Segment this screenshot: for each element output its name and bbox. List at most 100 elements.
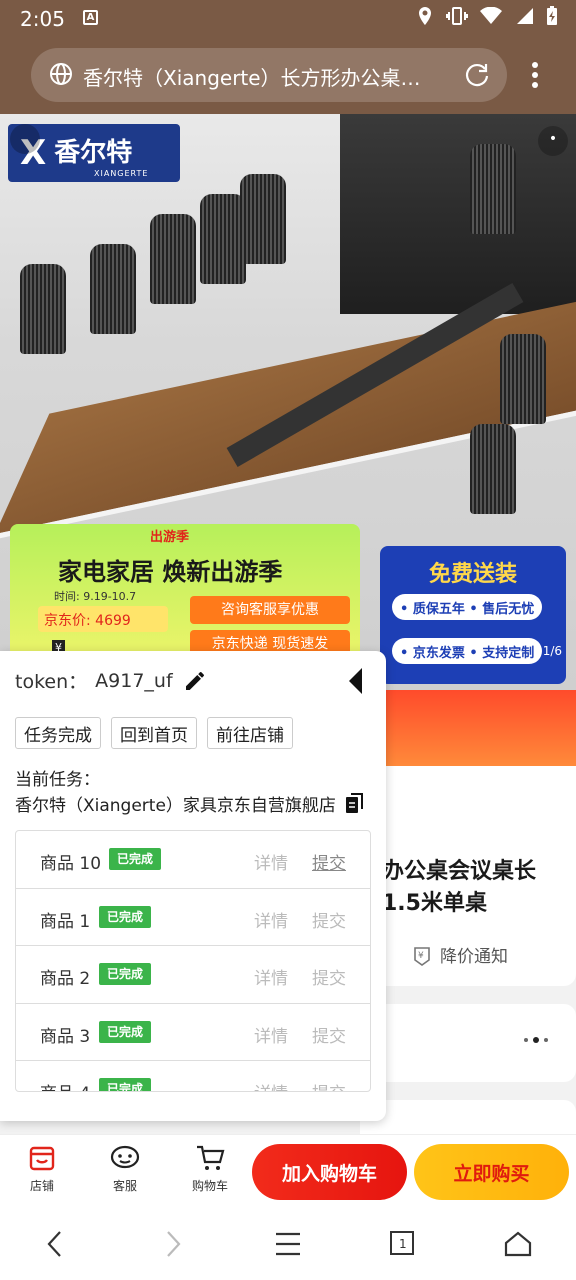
image-page-indicator: 1/6 (542, 644, 562, 658)
promo-date: 时间: 9.19-10.7 (54, 590, 137, 603)
current-task-name: 香尔特（Xiangerte）家具京东自营旗舰店 (15, 796, 336, 816)
promo-tag: 出游季 (150, 530, 190, 545)
promo-title: 家电家居 焕新出游季 (58, 558, 283, 586)
item-name: 商品 1 (40, 911, 91, 932)
brand-name: 香尔特 (54, 138, 133, 168)
copy-icon[interactable] (345, 792, 365, 815)
item-name: 商品 3 (40, 1026, 91, 1047)
submit-link[interactable]: 提交 (312, 964, 346, 989)
panel-button-row: 任务完成 回到首页 前往店铺 (15, 717, 293, 749)
nav-tabs-icon[interactable]: 1 (389, 1230, 415, 1256)
token-label: token： (15, 671, 88, 693)
item-name: 商品 2 (40, 969, 91, 989)
hero-chair (20, 264, 66, 354)
detail-link[interactable]: 详情 (254, 849, 288, 874)
submit-link[interactable]: 提交 (312, 1022, 346, 1047)
status-bar: 2:05 A (0, 0, 576, 38)
price-notice-label: 降价通知 (440, 947, 508, 967)
list-item: 商品 3 已完成 详情 提交 (16, 1004, 370, 1061)
hero-chair (150, 214, 196, 304)
status-badge: 已完成 (99, 963, 152, 985)
detail-link[interactable]: 详情 (254, 907, 288, 932)
add-to-cart-button[interactable]: 加入购物车 (252, 1144, 407, 1200)
edit-icon[interactable] (183, 669, 207, 693)
promo-service-1: 咨询客服享优惠 (190, 596, 350, 624)
item-name: 商品 10 (40, 854, 102, 874)
install-title: 免费送装 (428, 562, 517, 587)
promo-jd-price: 京东价: 4699 (38, 606, 168, 632)
go-store-button[interactable]: 前往店铺 (207, 717, 293, 749)
nav-menu-icon[interactable] (274, 1230, 302, 1258)
more-dots-icon[interactable] (524, 1037, 548, 1043)
service-icon (110, 1145, 140, 1169)
submit-link[interactable]: 提交 (312, 849, 346, 874)
service-label: 客服 (112, 1179, 137, 1193)
cart-button[interactable]: 购物车 (180, 1143, 240, 1194)
store-label: 店铺 (29, 1179, 54, 1193)
submit-link[interactable]: 提交 (312, 907, 346, 932)
battery-icon (547, 6, 557, 25)
current-task-row: 香尔特（Xiangerte）家具京东自营旗舰店 (15, 791, 369, 816)
hero-chair (90, 244, 136, 334)
nav-home-icon[interactable] (504, 1230, 532, 1258)
store-icon (29, 1146, 55, 1171)
list-item: 商品 10 已完成 详情 提交 (16, 831, 370, 889)
activity-banner[interactable] (380, 690, 576, 766)
hero-chair (470, 144, 516, 234)
cart-icon (197, 1145, 225, 1170)
hero-chair (240, 174, 286, 264)
product-title: 办公桌会议桌长1.5米单桌 (382, 859, 537, 916)
reload-icon[interactable] (463, 61, 491, 89)
collapse-icon[interactable] (346, 667, 366, 695)
system-nav-bar: 1 (0, 1208, 576, 1280)
bottom-action-bar: 店铺 客服 购物车 加入购物车 立即购买 (0, 1134, 576, 1208)
svg-text:1: 1 (399, 1237, 407, 1251)
status-badge: 已完成 (109, 848, 162, 870)
status-badge: 已完成 (99, 905, 152, 928)
token-row: token： A917_uf (15, 667, 207, 694)
brand-sub: XIANGERTE (94, 169, 149, 178)
task-list: 商品 10 已完成 详情 提交 商品 1 已完成 详情 提交 商品 2 已完成 … (15, 830, 371, 1092)
hero-chair (470, 424, 516, 514)
globe-icon (50, 63, 72, 85)
task-complete-button[interactable]: 任务完成 (15, 717, 101, 749)
product-image[interactable]: X 香尔特 XIANGERTE • 出游季 家电家居 焕新出游季 时间: 9.1… (0, 114, 576, 690)
list-item: 商品 2 已完成 详情 提交 (16, 946, 370, 1004)
page-title: 香尔特（Xiangerte）长方形办公桌… (83, 66, 421, 90)
status-icons (416, 6, 558, 26)
signal-icon (517, 8, 533, 24)
detail-link[interactable]: 详情 (254, 964, 288, 989)
address-bar[interactable]: 香尔特（Xiangerte）长方形办公桌… (31, 48, 507, 102)
item-name: 商品 4 (40, 1079, 90, 1091)
wifi-icon (480, 7, 502, 24)
status-time: 2:05 (20, 7, 65, 31)
install-row-2: • 京东发票 • 支持定制 (392, 638, 543, 664)
back-home-button[interactable]: 回到首页 (111, 717, 197, 749)
vibrate-icon (446, 7, 468, 25)
status-badge: 已完成 (99, 1078, 152, 1091)
detail-link[interactable]: 详情 (254, 1022, 288, 1047)
product-info-card: 办公桌会议桌长1.5米单桌 ¥ 降价通知 (360, 766, 576, 986)
browser-toolbar: 香尔特（Xiangerte）长方形办公桌… (0, 38, 576, 114)
cart-label: 购物车 (191, 1179, 228, 1193)
store-button[interactable]: 店铺 (12, 1143, 72, 1194)
price-notice-button[interactable]: ¥ 降价通知 (412, 942, 508, 967)
install-banner: 免费送装 • 质保五年 • 售后无忧 • 京东发票 • 支持定制 (380, 546, 566, 684)
submit-link[interactable]: 提交 (312, 1079, 346, 1091)
notification-a-icon: A (83, 10, 98, 25)
back-icon[interactable] (10, 124, 40, 154)
svg-text:¥: ¥ (418, 951, 424, 961)
nav-back-icon[interactable] (44, 1230, 68, 1258)
install-row-1: • 质保五年 • 售后无忧 (392, 594, 543, 620)
list-item: 商品 1 已完成 详情 提交 (16, 889, 370, 946)
info-card-2[interactable] (360, 1004, 576, 1082)
buy-now-button[interactable]: 立即购买 (414, 1144, 569, 1200)
service-button[interactable]: 客服 (95, 1143, 155, 1194)
hero-chair (500, 334, 546, 424)
detail-link[interactable]: 详情 (254, 1079, 288, 1091)
more-icon[interactable]: • (538, 126, 568, 156)
more-vert-icon[interactable] (528, 60, 542, 90)
nav-forward-icon[interactable] (160, 1230, 184, 1258)
current-task-label: 当前任务： (15, 770, 100, 790)
bell-icon: ¥ (414, 946, 430, 966)
